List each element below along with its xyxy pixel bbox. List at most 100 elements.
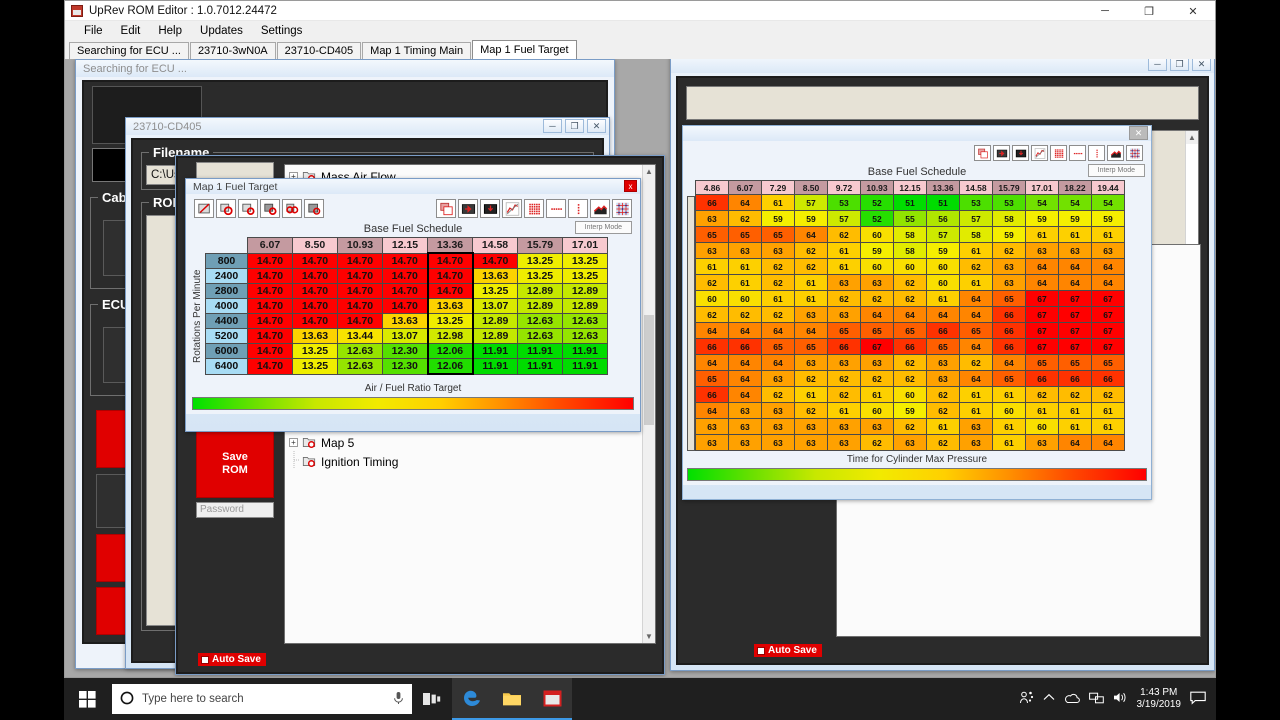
fuel-target-row-header[interactable]: 6400 [206, 359, 248, 375]
timing-cell[interactable]: 64 [960, 371, 993, 387]
timing-window-close[interactable]: ✕ [1192, 59, 1211, 71]
timing-column-header[interactable]: 12.15 [894, 181, 927, 195]
fuel-target-cell[interactable]: 14.70 [293, 253, 338, 269]
timing-cell[interactable]: 60 [696, 291, 729, 307]
timing-cell[interactable]: 64 [894, 307, 927, 323]
timing-heatmap-close[interactable]: ✕ [1129, 126, 1148, 140]
timing-cell[interactable]: 58 [894, 227, 927, 243]
timing-cell[interactable]: 57 [927, 227, 960, 243]
fuel-target-column-header[interactable]: 12.15 [383, 238, 428, 254]
center-tree-scrollbar[interactable]: ▲ ▼ [642, 165, 655, 643]
timing-cell[interactable]: 55 [894, 211, 927, 227]
timing-cell[interactable]: 63 [861, 419, 894, 435]
fuel-target-cell[interactable]: 13.63 [428, 299, 473, 314]
uprev-app-icon[interactable] [532, 678, 572, 720]
timing-cell[interactable]: 64 [1059, 435, 1092, 451]
timing-cell[interactable]: 60 [1026, 419, 1059, 435]
timing-cell[interactable]: 54 [1092, 195, 1125, 211]
timing-cell[interactable]: 59 [894, 403, 927, 419]
fuel-target-cell[interactable]: 12.89 [518, 284, 563, 299]
timing-cell[interactable]: 63 [795, 435, 828, 451]
timing-cell[interactable]: 63 [729, 419, 762, 435]
timing-cell[interactable]: 62 [729, 211, 762, 227]
fuel-target-row-header[interactable]: 4400 [206, 314, 248, 329]
timing-cell[interactable]: 62 [762, 307, 795, 323]
tree-item-ignition-timing[interactable]: Ignition Timing [285, 452, 655, 471]
timing-cell[interactable]: 64 [729, 195, 762, 211]
timing-cell[interactable]: 61 [729, 259, 762, 275]
auto-save-toggle[interactable]: Auto Save [198, 653, 266, 666]
timing-cell[interactable]: 60 [894, 259, 927, 275]
timing-cell[interactable]: 61 [762, 195, 795, 211]
timing-cell[interactable]: 64 [696, 355, 729, 371]
timing-column-header[interactable]: 19.44 [1092, 181, 1125, 195]
timing-cell[interactable]: 62 [795, 243, 828, 259]
timing-cell[interactable]: 61 [1092, 419, 1125, 435]
timing-cell[interactable]: 62 [861, 371, 894, 387]
timing-cell[interactable]: 62 [1092, 387, 1125, 403]
timing-cell[interactable]: 62 [894, 355, 927, 371]
fuel-target-cell[interactable]: 13.63 [293, 329, 338, 344]
timing-cell[interactable]: 63 [762, 403, 795, 419]
timing-cell[interactable]: 63 [795, 307, 828, 323]
fuel-target-cell[interactable]: 14.70 [248, 344, 293, 359]
timing-cell[interactable]: 63 [828, 275, 861, 291]
fuel-target-row-header[interactable]: 6000 [206, 344, 248, 359]
timing-cell[interactable]: 62 [927, 435, 960, 451]
save-rom-button[interactable]: Save ROM [196, 430, 274, 498]
center-scroll-down-arrow[interactable]: ▼ [643, 630, 655, 643]
timing-cell[interactable]: 61 [960, 387, 993, 403]
fuel-target-cell[interactable]: 13.25 [428, 314, 473, 329]
timing-cell[interactable]: 61 [828, 403, 861, 419]
fuel-target-cell[interactable]: 13.25 [293, 344, 338, 359]
timing-cell[interactable]: 66 [894, 339, 927, 355]
trace-icon[interactable] [502, 199, 522, 218]
fuel-target-interp-mode-button[interactable]: Interp Mode [575, 221, 632, 234]
timing-cell[interactable]: 64 [960, 307, 993, 323]
reset-map-icon[interactable] [304, 199, 324, 218]
timing-cell[interactable]: 64 [960, 291, 993, 307]
fuel-target-cell[interactable]: 14.70 [338, 269, 383, 284]
timing-cell[interactable]: 62 [696, 307, 729, 323]
fuel-target-cell[interactable]: 12.89 [473, 314, 518, 329]
timing-cell[interactable]: 60 [729, 291, 762, 307]
timing-cell[interactable]: 61 [1059, 227, 1092, 243]
tab-23710-cd405[interactable]: 23710-CD405 [277, 42, 362, 59]
timing-cell[interactable]: 63 [993, 275, 1026, 291]
timing-cell[interactable]: 64 [1026, 259, 1059, 275]
fuel-target-cell[interactable]: 14.70 [338, 314, 383, 329]
right-auto-save-toggle[interactable]: Auto Save [754, 644, 822, 657]
timing-cell[interactable]: 66 [927, 323, 960, 339]
timing-cell[interactable]: 61 [696, 259, 729, 275]
timing-cell[interactable]: 63 [993, 259, 1026, 275]
timing-column-header[interactable]: 6.07 [729, 181, 762, 195]
timing-cell[interactable]: 65 [696, 371, 729, 387]
fuel-target-column-header[interactable]: 13.36 [428, 238, 473, 254]
import-map-icon[interactable] [480, 199, 500, 218]
taskbar-clock[interactable]: 1:43 PM 3/19/2019 [1137, 687, 1182, 712]
timing-cell[interactable]: 66 [696, 195, 729, 211]
menu-item-edit[interactable]: Edit [112, 23, 150, 39]
timing-heatmap-window[interactable]: ✕ Base Fuel Schedule Interp Mode 4.866.0… [682, 125, 1152, 500]
file-explorer-icon[interactable] [492, 678, 532, 720]
fuel-target-cell[interactable]: 14.70 [248, 314, 293, 329]
fuel-target-cell[interactable]: 14.70 [248, 253, 293, 269]
timing-cell[interactable]: 58 [894, 243, 927, 259]
timing-interp-mode-button[interactable]: Interp Mode [1088, 164, 1145, 177]
fuel-target-column-header[interactable]: 15.79 [518, 238, 563, 254]
timing-cell[interactable]: 63 [927, 355, 960, 371]
timing-cell[interactable]: 60 [861, 227, 894, 243]
timing-cell[interactable]: 63 [960, 419, 993, 435]
timing-cell[interactable]: 61 [861, 387, 894, 403]
fuel-target-cell[interactable]: 11.91 [563, 344, 608, 359]
maximize-button[interactable]: ❐ [1127, 1, 1171, 21]
timing-heatmap-titlebar[interactable]: ✕ [683, 126, 1151, 141]
fuel-target-cell[interactable]: 14.70 [428, 284, 473, 299]
timing-cell[interactable]: 65 [993, 291, 1026, 307]
rom-window-minimize[interactable]: ─ [543, 119, 562, 133]
center-scroll-up-arrow[interactable]: ▲ [643, 165, 655, 178]
timing-cell[interactable]: 61 [795, 291, 828, 307]
timing-cell[interactable]: 64 [927, 307, 960, 323]
timing-cell[interactable]: 65 [1026, 355, 1059, 371]
timing-cell[interactable]: 61 [960, 243, 993, 259]
